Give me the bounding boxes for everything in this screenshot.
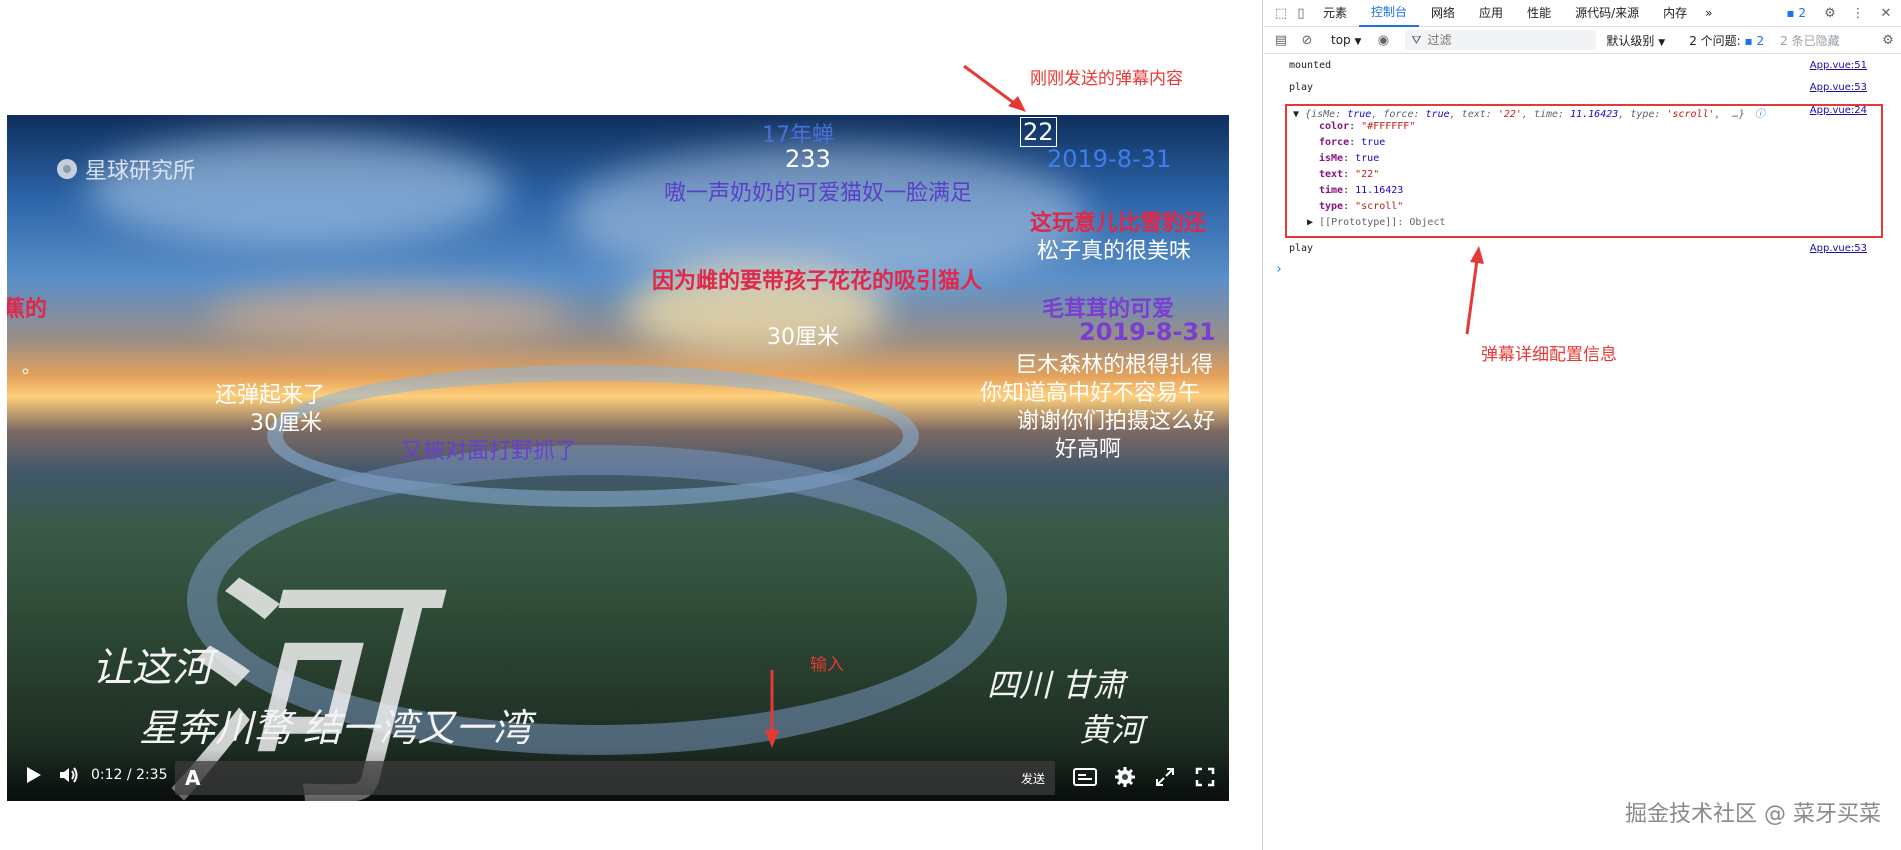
log-message: mounted — [1289, 60, 1332, 71]
close-icon[interactable]: ✕ — [1876, 6, 1896, 21]
more-tabs-button[interactable]: » — [1699, 0, 1718, 26]
annotation-arrow-input — [765, 670, 779, 748]
tab-network[interactable]: 网络 — [1419, 0, 1467, 26]
issues-count[interactable]: 2 个问题: ▪ 2 — [1689, 32, 1764, 49]
issues-count-label: 2 个问题: — [1689, 33, 1741, 48]
clear-console-icon[interactable]: ⊘ — [1297, 33, 1317, 48]
settings-gear-icon[interactable]: ⚙ — [1820, 6, 1840, 21]
calligraphy-line-1: 让这河 — [92, 645, 212, 691]
channel-logo: 星球研究所 — [57, 153, 195, 185]
tab-elements[interactable]: 元素 — [1311, 0, 1359, 26]
inspect-element-icon[interactable]: ⬚ — [1271, 6, 1291, 21]
tab-sources[interactable]: 源代码/来源 — [1563, 0, 1651, 26]
send-button[interactable]: 发送 — [1021, 770, 1045, 787]
context-selector[interactable]: top ▼ — [1331, 33, 1361, 47]
console-log-row: play App.vue:53 — [1263, 243, 1901, 259]
tab-application[interactable]: 应用 — [1467, 0, 1515, 26]
time-display: 0:12 / 2:35 — [91, 767, 168, 783]
danmaku-item: 2019-8-31 — [1047, 145, 1172, 173]
tab-memory[interactable]: 内存 — [1651, 0, 1699, 26]
filter-box: ⛛ — [1405, 30, 1597, 50]
chevron-down-icon: ▼ — [1354, 37, 1362, 47]
annotation-config: 弹幕详细配置信息 — [1481, 345, 1617, 365]
sidebar-toggle-icon[interactable]: ▤ — [1271, 33, 1291, 48]
fullscreen-icon[interactable] — [1187, 759, 1223, 795]
danmaku-item: 因为雌的要带孩子花花的吸引猫人 — [652, 269, 983, 294]
volume-icon[interactable] — [51, 757, 87, 793]
play-icon[interactable] — [15, 757, 51, 793]
log-level-label: 默认级别 — [1606, 33, 1655, 48]
player-right-controls — [1067, 759, 1223, 795]
log-message: play — [1289, 243, 1314, 254]
logo-icon — [57, 159, 77, 179]
devtools-tab-bar: ⬚ ▯ 元素 控制台 网络 应用 性能 源代码/来源 内存 » ▪ 2 ⚙ ⋮ … — [1263, 0, 1901, 27]
logo-text: 星球研究所 — [85, 159, 196, 184]
filter-input[interactable] — [1425, 32, 1580, 48]
danmaku-item: 30厘米 — [250, 411, 322, 436]
live-expression-eye-icon[interactable]: ◉ — [1373, 33, 1393, 48]
danmaku-item: 2019-8-31 — [1079, 318, 1216, 346]
issues-count-value: 2 — [1756, 33, 1765, 48]
console-settings-gear-icon[interactable]: ⚙ — [1878, 33, 1898, 48]
danmaku-item: 233 — [785, 145, 831, 173]
console-prompt[interactable]: › — [1263, 262, 1901, 278]
annotation-just-sent: 刚刚发送的弹幕内容 — [1030, 69, 1183, 89]
prompt-chevron-icon: › — [1275, 262, 1283, 277]
annotation-arrow-sent — [963, 64, 1026, 112]
log-source-link[interactable]: App.vue:53 — [1810, 243, 1867, 254]
video-player[interactable]: 星球研究所 17年蝉 22 233 2019-8-31 嗷一声奶奶的可爱猫奴一脸… — [7, 115, 1229, 801]
console-log-row: play App.vue:53 — [1263, 82, 1901, 98]
player-control-bar: 0:12 / 2:35 A 发送 — [7, 749, 1229, 801]
message-icon: ▪ — [1786, 6, 1795, 20]
console-log-row: mounted App.vue:51 — [1263, 60, 1901, 76]
danmaku-item-sent: 22 — [1020, 117, 1057, 147]
annotation-input: 输入 — [810, 655, 844, 675]
calligraphy-right-2: 黄河 — [1079, 711, 1144, 749]
hidden-count: 2 条已隐藏 — [1780, 33, 1840, 48]
annotation-box-config — [1285, 104, 1883, 238]
calligraphy-right-1: 四川 甘肃 — [987, 666, 1126, 704]
issues-badge-count: 2 — [1798, 6, 1806, 20]
log-source-link[interactable]: App.vue:53 — [1810, 82, 1867, 93]
web-fullscreen-icon[interactable] — [1147, 759, 1183, 795]
danmaku-item: 好高啊 — [1055, 437, 1122, 462]
tab-console[interactable]: 控制台 — [1359, 0, 1420, 27]
filter-icon: ⛛ — [1411, 32, 1422, 47]
danmaku-item: 嗷一声奶奶的可爱猫奴一脸满足 — [664, 181, 973, 206]
log-message: play — [1289, 82, 1314, 93]
danmaku-item: 。 — [22, 357, 40, 378]
context-selector-label: top — [1331, 33, 1351, 47]
danmaku-toggle-icon[interactable] — [1067, 759, 1103, 795]
danmaku-input[interactable] — [210, 769, 1021, 787]
settings-gear-icon[interactable] — [1107, 759, 1143, 795]
calligraphy-line-2: 星奔川骛 结一湾又一湾 — [139, 706, 532, 750]
issues-badge[interactable]: ▪ 2 — [1786, 6, 1806, 20]
danmaku-style-button[interactable]: A — [185, 766, 200, 790]
message-icon: ▪ — [1744, 33, 1753, 48]
log-level-selector[interactable]: 默认级别 ▼ — [1606, 32, 1665, 49]
device-toggle-icon[interactable]: ▯ — [1291, 6, 1311, 21]
cloud-shape — [207, 285, 567, 345]
danmaku-item: 又被对面打野抓了 — [401, 439, 578, 464]
danmaku-input-bar: A 发送 — [175, 761, 1055, 795]
cloud-shape — [87, 135, 507, 245]
more-options-icon[interactable]: ⋮ — [1848, 6, 1868, 21]
danmaku-item: 30厘米 — [767, 325, 839, 350]
watermark: 掘金技术社区 @ 菜牙买菜 — [1625, 802, 1881, 827]
chevron-down-icon: ▼ — [1658, 37, 1666, 48]
devtools-panel: ⬚ ▯ 元素 控制台 网络 应用 性能 源代码/来源 内存 » ▪ 2 ⚙ ⋮ … — [1262, 0, 1901, 850]
tab-performance[interactable]: 性能 — [1515, 0, 1563, 26]
danmaku-item: 蕉的 — [7, 297, 48, 322]
annotation-arrow-config — [1465, 246, 1484, 335]
log-source-link[interactable]: App.vue:51 — [1810, 60, 1867, 71]
page-area: 星球研究所 17年蝉 22 233 2019-8-31 嗷一声奶奶的可爱猫奴一脸… — [0, 0, 1262, 850]
console-toolbar: ▤ ⊘ top ▼ ◉ ⛛ 默认级别 ▼ 2 个问题: ▪ 2 2 条已隐藏 ⚙ — [1263, 27, 1901, 54]
danmaku-item: 松子真的很美味 — [1037, 239, 1192, 264]
